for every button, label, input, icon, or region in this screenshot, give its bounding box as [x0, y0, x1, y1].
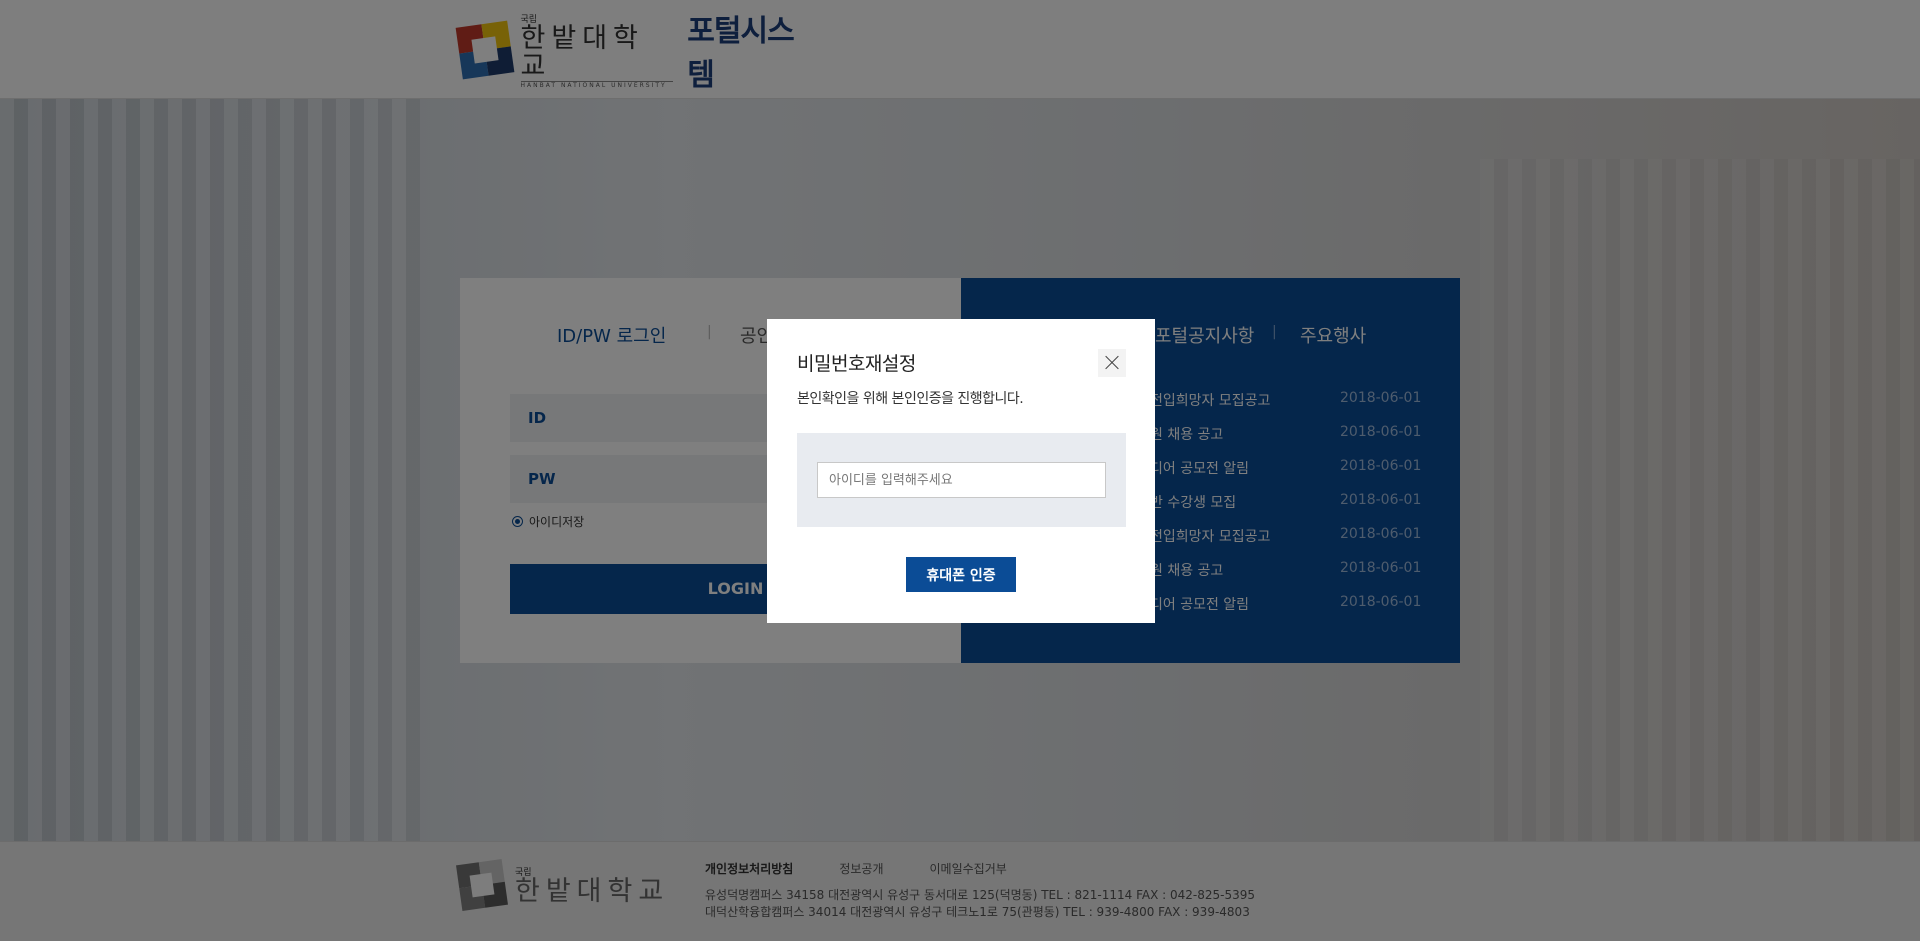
- modal-title: 비밀번호재설정: [797, 353, 916, 375]
- modal-description: 본인확인을 위해 본인인증을 진행합니다.: [797, 391, 1024, 407]
- user-id-input[interactable]: [817, 462, 1106, 498]
- phone-verify-button[interactable]: 휴대폰 인증: [906, 557, 1016, 592]
- id-input-box: [797, 433, 1126, 527]
- password-reset-modal: 비밀번호재설정 본인확인을 위해 본인인증을 진행합니다. 휴대폰 인증: [767, 319, 1155, 623]
- close-icon[interactable]: [1098, 349, 1126, 377]
